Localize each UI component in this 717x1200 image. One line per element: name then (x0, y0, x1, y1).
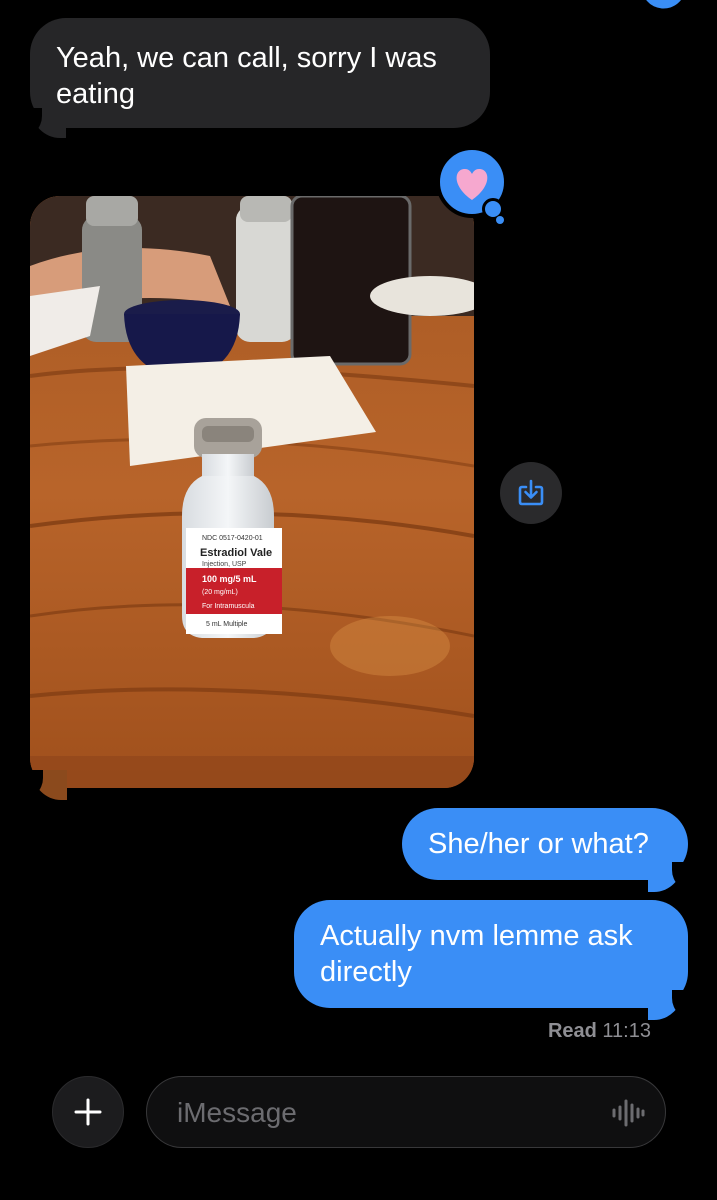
apps-plus-button[interactable] (52, 1076, 124, 1148)
vial-form: Injection, USP (202, 561, 247, 568)
vial-ndc: NDC 0517-0420-01 (202, 535, 263, 542)
previous-outgoing-bubble-tail (642, 0, 692, 15)
vial-drug-name: Estradiol Vale (200, 547, 272, 559)
vial-volume: 5 mL Multiple (206, 621, 247, 628)
message-text: She/her or what? (428, 828, 649, 860)
photo-message[interactable]: NDC 0517-0420-01 Estradiol Vale Injectio… (30, 196, 474, 788)
vial-strength: 100 mg/5 mL (202, 574, 257, 584)
photo-of-medication-vial-icon: NDC 0517-0420-01 Estradiol Vale Injectio… (30, 196, 474, 788)
message-text: Actually nvm lemme ask directly (320, 920, 633, 988)
message-text: Yeah, we can call, sorry I was eating (56, 42, 437, 110)
bubble-tail (21, 770, 67, 800)
imessage-input[interactable] (175, 1091, 579, 1135)
bubble-tail (648, 862, 694, 892)
plus-icon (74, 1098, 102, 1126)
read-label: Read (547, 1020, 597, 1042)
waveform-icon[interactable] (611, 1099, 645, 1127)
save-download-icon (518, 479, 544, 506)
vial-concentration: (20 mg/mL) (202, 589, 238, 596)
tapback-bubble-dot (496, 216, 504, 224)
vial-route: For Intramuscula (202, 603, 255, 610)
read-receipt: Read 11:13 (548, 1020, 651, 1043)
incoming-message[interactable]: Yeah, we can call, sorry I was eating (30, 18, 490, 128)
outgoing-message[interactable]: Actually nvm lemme ask directly (294, 900, 688, 1008)
save-photo-button[interactable] (500, 462, 562, 524)
bubble-tail (648, 990, 694, 1020)
message-composer[interactable] (146, 1076, 666, 1148)
outgoing-message[interactable]: She/her or what? (402, 808, 688, 880)
read-time: 11:13 (602, 1020, 651, 1042)
bubble-tail (20, 108, 66, 138)
